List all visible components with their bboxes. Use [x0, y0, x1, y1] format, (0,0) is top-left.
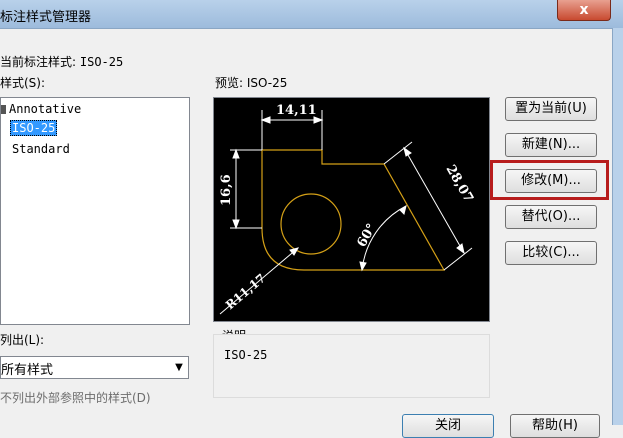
list-filter-label: 列出(L):	[0, 333, 45, 347]
close-icon: x	[579, 2, 589, 18]
window-frame-right	[612, 28, 623, 425]
xref-checkbox-label[interactable]: 不列出外部参照中的样式(D)	[0, 389, 151, 406]
description-text: ISO-25	[224, 348, 268, 362]
set-current-button[interactable]: 置为当前(U)	[505, 97, 597, 121]
style-listbox[interactable]: Annotative ISO-25 Standard	[0, 97, 190, 325]
title-bar: 标注样式管理器 x	[0, 0, 623, 29]
current-style-row: 当前标注样式: ISO-25	[0, 53, 123, 70]
dim-angle-text: 60°	[354, 221, 379, 250]
dim-radius-text: R11,17	[223, 271, 268, 312]
annotative-icon	[1, 105, 6, 114]
current-style-value: ISO-25	[79, 55, 124, 69]
list-filter-select[interactable]: 所有样式 ▼	[0, 356, 189, 379]
styles-label: 样式(S):	[0, 76, 46, 90]
close-button[interactable]: x	[557, 0, 611, 21]
preview-drawing: 14,11 16,6 28,07 60° R11,17	[219, 103, 476, 315]
list-item[interactable]: Annotative	[1, 101, 81, 117]
hole-circle	[280, 193, 342, 255]
dim-right-text: 28,07	[443, 163, 476, 206]
preview-label: 预览: ISO-25	[215, 76, 288, 90]
override-button[interactable]: 替代(O)...	[505, 205, 597, 229]
preview-canvas: 14,11 16,6 28,07 60° R11,17	[213, 97, 490, 322]
list-item-selected[interactable]: ISO-25	[10, 120, 58, 136]
window-title: 标注样式管理器	[0, 10, 92, 25]
chevron-down-icon: ▼	[175, 362, 183, 373]
description-box: ISO-25	[213, 334, 490, 398]
dim-top-text: 14,11	[276, 103, 317, 118]
help-button[interactable]: 帮助(H)	[510, 414, 600, 438]
close-dialog-button[interactable]: 关闭	[402, 414, 494, 438]
new-button[interactable]: 新建(N)...	[505, 133, 597, 157]
list-filter-value: 所有样式	[1, 363, 54, 378]
compare-button[interactable]: 比较(C)...	[505, 241, 597, 265]
list-item[interactable]: Standard	[12, 141, 70, 157]
current-style-label: 当前标注样式:	[0, 55, 77, 69]
modify-highlight-box	[490, 160, 609, 200]
dim-left-text: 16,6	[219, 174, 234, 206]
part-outline	[261, 149, 446, 271]
